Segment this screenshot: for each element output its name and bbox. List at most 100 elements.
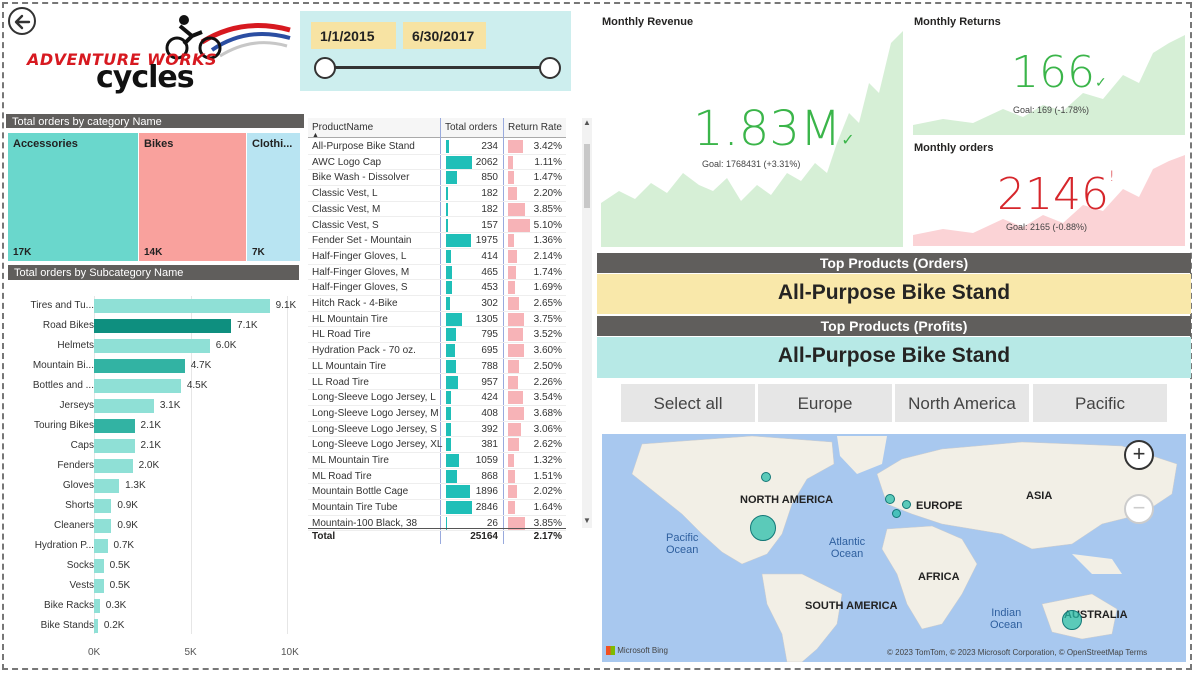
logo-text-line2: cycles bbox=[96, 60, 195, 95]
tile-value: 14K bbox=[144, 247, 163, 258]
table-row[interactable]: Hydration Pack - 70 oz. 695 3.60% bbox=[308, 343, 566, 359]
top-products-orders-value: All-Purpose Bike Stand bbox=[597, 274, 1191, 314]
region-pacific[interactable]: Pacific bbox=[1033, 384, 1167, 422]
table-row[interactable]: Fender Set - Mountain 1975 1.36% bbox=[308, 233, 566, 249]
bar[interactable] bbox=[94, 479, 120, 493]
bar[interactable] bbox=[94, 559, 104, 573]
alert-icon: ! bbox=[1108, 169, 1115, 185]
product-name: Classic Vest, S bbox=[312, 219, 379, 231]
treemap-tile-accessories[interactable]: Accessories 17K bbox=[8, 133, 138, 261]
orders-value: 1059 bbox=[475, 455, 498, 466]
map-attribution[interactable]: © 2023 TomTom, © 2023 Microsoft Corporat… bbox=[887, 648, 1147, 657]
orders-databar bbox=[446, 406, 452, 420]
product-name: Mountain Tire Tube bbox=[312, 502, 398, 514]
table-row[interactable]: Classic Vest, L 182 2.20% bbox=[308, 186, 566, 202]
bar-value-label: 0.5K bbox=[109, 580, 131, 591]
table-row[interactable]: AWC Logo Cap 2062 1.11% bbox=[308, 155, 566, 171]
bar[interactable] bbox=[94, 619, 98, 633]
date-slider-track[interactable] bbox=[325, 66, 550, 69]
bar[interactable] bbox=[94, 519, 112, 533]
table-row[interactable]: HL Mountain Tire 1305 3.75% bbox=[308, 312, 566, 328]
table-row[interactable]: HL Road Tire 795 3.52% bbox=[308, 327, 566, 344]
table-row[interactable]: Mountain Bottle Cage 1896 2.02% bbox=[308, 484, 566, 501]
table-row[interactable]: LL Road Tire 957 2.26% bbox=[308, 375, 566, 391]
orders-value: 868 bbox=[481, 470, 498, 482]
product-name: Bike Wash - Dissolver bbox=[312, 172, 410, 184]
map-bubble-usa[interactable] bbox=[750, 515, 776, 541]
bar-value-label: 0.9K bbox=[117, 520, 138, 531]
bar[interactable] bbox=[94, 439, 135, 453]
start-date-input[interactable]: 1/1/2015 bbox=[311, 22, 396, 49]
bar[interactable] bbox=[94, 539, 108, 553]
table-row[interactable]: LL Mountain Tire 788 2.50% bbox=[308, 359, 566, 375]
bar[interactable] bbox=[94, 299, 270, 313]
table-row[interactable]: Half-Finger Gloves, L 414 2.14% bbox=[308, 249, 566, 265]
table-row[interactable]: Long-Sleeve Logo Jersey, S 392 3.06% bbox=[308, 422, 566, 438]
table-row[interactable]: Classic Vest, S 157 5.10% bbox=[308, 218, 566, 234]
table-row[interactable]: Mountain Tire Tube 2846 1.64% bbox=[308, 500, 566, 516]
bar[interactable] bbox=[94, 419, 135, 433]
map-bubble-australia[interactable] bbox=[1062, 610, 1082, 630]
orders-value: 182 bbox=[481, 188, 498, 200]
orders-databar bbox=[446, 422, 451, 436]
zoom-in-button[interactable]: + bbox=[1124, 440, 1154, 470]
table-row[interactable]: Half-Finger Gloves, M 465 1.74% bbox=[308, 265, 566, 281]
subcategory-chart-title: Total orders by Subcategory Name bbox=[8, 265, 299, 280]
end-date-input[interactable]: 6/30/2017 bbox=[403, 22, 486, 49]
map-bubble-france[interactable] bbox=[892, 509, 901, 518]
date-slider-start-handle[interactable] bbox=[314, 57, 336, 79]
scroll-up-icon[interactable]: ▲ bbox=[582, 118, 592, 127]
bar[interactable] bbox=[94, 379, 181, 393]
table-row[interactable]: ML Road Tire 868 1.51% bbox=[308, 469, 566, 485]
return-rate-databar bbox=[508, 281, 516, 295]
bar-value-label: 2.1K bbox=[140, 440, 162, 451]
orders-title: Monthly orders bbox=[914, 142, 994, 154]
table-row[interactable]: Hitch Rack - 4-Bike 302 2.65% bbox=[308, 296, 566, 312]
world-map[interactable]: NORTH AMERICA EUROPE ASIA AFRICA SOUTH A… bbox=[602, 434, 1186, 662]
kpi-monthly-revenue[interactable]: Monthly Revenue 1.83M✓ Goal: 1768431 (+3… bbox=[601, 13, 903, 247]
bar-category-label: Cleaners bbox=[53, 520, 94, 531]
bar[interactable] bbox=[94, 359, 185, 373]
table-row[interactable]: ML Mountain Tire 1059 1.32% bbox=[308, 453, 566, 469]
orders-value: 1975 bbox=[475, 235, 498, 247]
bar-category-label: Helmets bbox=[57, 340, 94, 351]
table-row[interactable]: Long-Sleeve Logo Jersey, M 408 3.68% bbox=[308, 406, 566, 422]
orders-databar bbox=[446, 171, 457, 185]
product-name: Long-Sleeve Logo Jersey, XL bbox=[312, 439, 443, 451]
zoom-out-button[interactable]: − bbox=[1124, 494, 1154, 524]
bar[interactable] bbox=[94, 319, 232, 333]
return-rate-databar bbox=[508, 187, 518, 201]
map-bubble-uk[interactable] bbox=[885, 494, 895, 504]
table-row[interactable]: Half-Finger Gloves, S 453 1.69% bbox=[308, 280, 566, 296]
product-name: HL Mountain Tire bbox=[312, 313, 388, 325]
table-row[interactable]: Bike Wash - Dissolver 850 1.47% bbox=[308, 170, 566, 187]
table-row[interactable]: All-Purpose Bike Stand 234 3.42% bbox=[308, 139, 566, 155]
bar[interactable] bbox=[94, 459, 133, 473]
table-scrollbar[interactable]: ▲ ▼ bbox=[582, 118, 592, 528]
bar[interactable] bbox=[94, 399, 154, 413]
bar[interactable] bbox=[94, 599, 100, 613]
header-return-rate[interactable]: Return Rate bbox=[508, 122, 562, 133]
treemap-tile-clothing[interactable]: Clothi... 7K bbox=[247, 133, 300, 261]
kpi-monthly-returns[interactable]: Monthly Returns 166✓ Goal: 169 (-1.78%) bbox=[913, 13, 1185, 135]
bar[interactable] bbox=[94, 339, 210, 353]
product-name: ML Mountain Tire bbox=[312, 455, 389, 466]
header-total-orders[interactable]: Total orders bbox=[445, 122, 497, 133]
treemap-tile-bikes[interactable]: Bikes 14K bbox=[139, 133, 246, 261]
bar[interactable] bbox=[94, 499, 112, 513]
map-bubble-germany[interactable] bbox=[902, 500, 911, 509]
region-select-all[interactable]: Select all bbox=[621, 384, 755, 422]
scroll-down-icon[interactable]: ▼ bbox=[582, 516, 592, 525]
scroll-thumb[interactable] bbox=[584, 144, 590, 208]
table-row[interactable]: Long-Sleeve Logo Jersey, L 424 3.54% bbox=[308, 390, 566, 406]
header-product-name[interactable]: ProductName bbox=[312, 122, 373, 133]
region-north-america[interactable]: North America bbox=[895, 384, 1029, 422]
region-europe[interactable]: Europe bbox=[758, 384, 892, 422]
kpi-monthly-orders[interactable]: Monthly orders 2146! Goal: 2165 (-0.88%) bbox=[913, 139, 1185, 246]
bar[interactable] bbox=[94, 579, 104, 593]
product-name: All-Purpose Bike Stand bbox=[312, 141, 415, 152]
map-bubble-canada[interactable] bbox=[761, 472, 771, 482]
table-row[interactable]: Classic Vest, M 182 3.85% bbox=[308, 202, 566, 218]
date-slider-end-handle[interactable] bbox=[539, 57, 561, 79]
table-row[interactable]: Long-Sleeve Logo Jersey, XL 381 2.62% bbox=[308, 437, 566, 453]
